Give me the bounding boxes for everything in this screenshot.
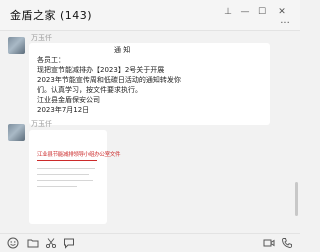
minimize-button[interactable]: — (239, 6, 251, 18)
chat-title: 金盾之家 (143) (10, 9, 93, 22)
message-line: 现把宣节能减排办【2023】2号关于开展 (37, 66, 165, 74)
scissors-icon[interactable] (45, 237, 57, 249)
phone-icon[interactable] (281, 237, 293, 249)
notice-heading: 通 知 (114, 46, 131, 54)
message-line: 们。认真学习，按文件要求执行。 (37, 86, 142, 94)
document-red-rule (37, 160, 97, 161)
chat-bubble-icon[interactable] (63, 237, 75, 249)
scrollbar-thumb[interactable] (295, 182, 298, 216)
image-message[interactable]: 江业县节能减排领导小组办公室文件 (29, 130, 121, 224)
document-text-line (37, 174, 89, 175)
text-message-bubble[interactable]: 通 知 各员工： 现把宣节能减排办【2023】2号关于开展 2023年节能宣传周… (29, 43, 270, 125)
message-area[interactable]: 万玉仟 通 知 各员工： 现把宣节能减排办【2023】2号关于开展 2023年节… (0, 31, 300, 233)
more-options-button[interactable]: ··· (278, 19, 292, 29)
document-title: 江业县节能减排领导小组办公室文件 (37, 152, 121, 158)
title-bar: 金盾之家 (143) ⊥ — ☐ ✕ ··· (0, 0, 300, 30)
avatar[interactable] (8, 37, 25, 54)
video-icon[interactable] (263, 237, 275, 249)
folder-icon[interactable] (27, 237, 39, 249)
message-line: 各员工： (37, 56, 65, 64)
document-text-line (37, 180, 93, 181)
sender-name: 万玉仟 (31, 120, 52, 128)
document-text-line (37, 186, 77, 187)
message-line: 江业县金盾保安公司 (37, 96, 100, 104)
avatar[interactable] (8, 124, 25, 141)
emoji-icon[interactable] (7, 237, 19, 249)
input-toolbar (0, 233, 300, 252)
sender-name: 万玉仟 (31, 34, 52, 42)
message-line: 2023年节能宣传周和低碳日活动的通知转发你 (37, 76, 181, 84)
document-text-line (37, 168, 95, 169)
close-button[interactable]: ✕ (276, 6, 288, 18)
pin-button[interactable]: ⊥ (222, 6, 234, 18)
maximize-button[interactable]: ☐ (256, 6, 268, 18)
message-line: 2023年7月12日 (37, 106, 90, 114)
